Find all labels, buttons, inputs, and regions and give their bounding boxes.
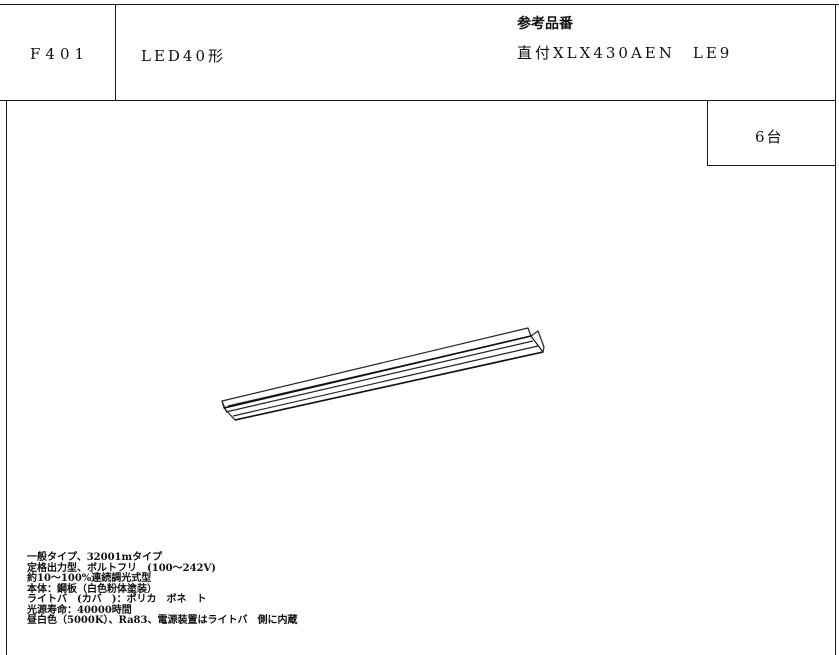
spec-line: ライトバ (カバ )：ポリカ ボネ ト: [27, 594, 207, 605]
spec-line: 昼白色（5000K）、Ra83、電源装置はライトバ 側に内蔵: [27, 615, 298, 626]
spec-list: 一般タイプ、32001mタイプ 定格出力型、ボルトフリ (100〜242V) 約…: [27, 552, 298, 627]
spec-line: 一般タイプ、32001mタイプ: [27, 552, 163, 563]
spec-line: 約10〜100%連続調光式型: [27, 573, 152, 584]
